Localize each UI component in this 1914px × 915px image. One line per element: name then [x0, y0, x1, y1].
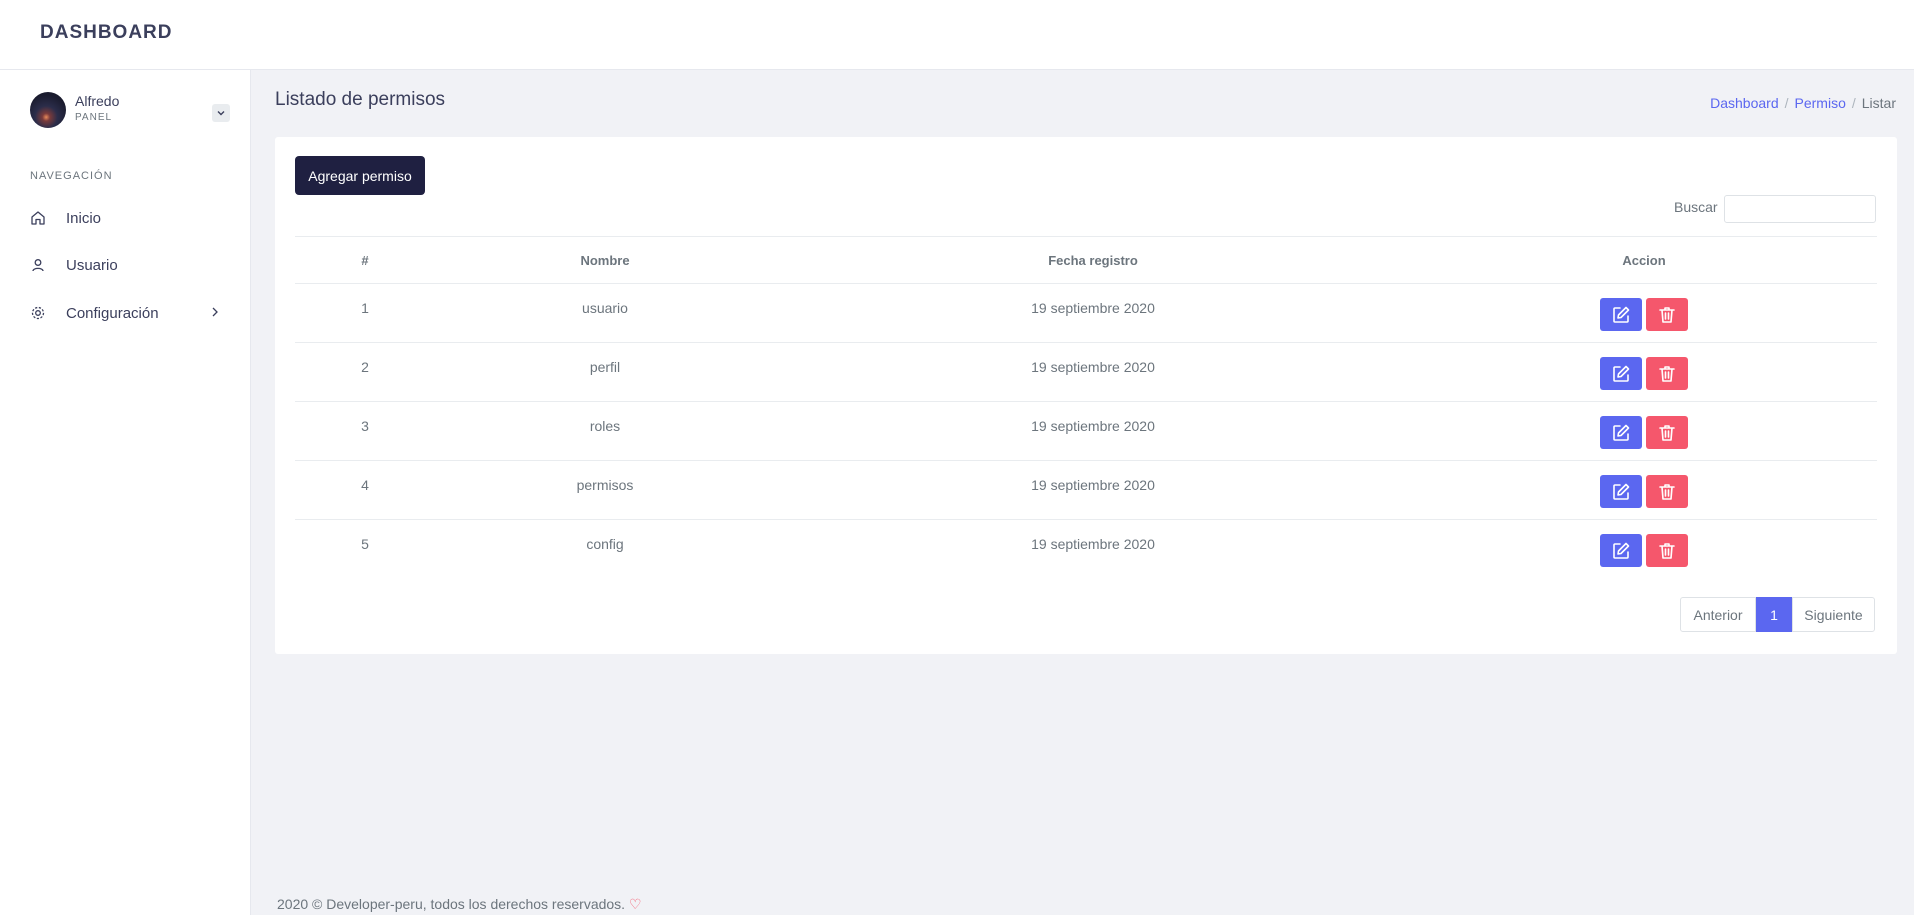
permissions-card: Agregar permiso Buscar # Nombre Fecha re…: [275, 137, 1897, 654]
table-row: 3 roles 19 septiembre 2020: [295, 401, 1877, 461]
edit-button[interactable]: [1600, 357, 1642, 390]
search-label: Buscar: [1674, 199, 1718, 215]
edit-icon: [1613, 483, 1630, 500]
breadcrumb: Dashboard / Permiso / Listar: [1710, 95, 1896, 111]
table-row: 4 permisos 19 septiembre 2020: [295, 460, 1877, 520]
trash-icon: [1659, 483, 1675, 500]
heart-icon: ♡: [628, 896, 642, 912]
pagination-previous[interactable]: Anterior: [1680, 597, 1756, 632]
row-actions: [1411, 283, 1877, 343]
table-row: 1 usuario 19 septiembre 2020: [295, 283, 1877, 343]
sidebar: Alfredo PANEL NAVEGACIÓN Inicio Usuario …: [0, 70, 251, 915]
pagination: Anterior 1 Siguiente: [1680, 597, 1875, 632]
row-date: 19 septiembre 2020: [775, 342, 1411, 402]
row-date: 19 septiembre 2020: [775, 283, 1411, 343]
trash-icon: [1659, 306, 1675, 323]
row-date: 19 septiembre 2020: [775, 460, 1411, 520]
delete-button[interactable]: [1646, 416, 1688, 449]
trash-icon: [1659, 365, 1675, 382]
chevron-down-icon: [217, 111, 225, 116]
row-actions: [1411, 520, 1877, 579]
home-icon: [30, 210, 58, 226]
breadcrumb-link-permiso[interactable]: Permiso: [1795, 95, 1846, 111]
edit-icon: [1613, 306, 1630, 323]
row-name: perfil: [435, 342, 775, 402]
footer-text: 2020 © Developer-peru, todos los derecho…: [277, 896, 626, 912]
row-date: 19 septiembre 2020: [775, 401, 1411, 461]
permissions-table: # Nombre Fecha registro Accion 1 usuario…: [295, 236, 1877, 579]
delete-button[interactable]: [1646, 357, 1688, 390]
row-actions: [1411, 401, 1877, 461]
sidebar-item-configuracion[interactable]: Configuración: [30, 298, 220, 328]
breadcrumb-separator: /: [1784, 95, 1789, 111]
row-name: config: [586, 536, 624, 552]
column-header-number[interactable]: #: [295, 236, 435, 284]
edit-button[interactable]: [1600, 534, 1642, 567]
row-name: permisos: [435, 460, 775, 520]
column-header-action: Accion: [1411, 236, 1877, 284]
table-row: 2 perfil 19 septiembre 2020: [295, 342, 1877, 402]
edit-icon: [1613, 365, 1630, 382]
sidebar-item-label: Usuario: [66, 256, 118, 274]
row-id: 5: [361, 536, 369, 552]
user-name: Alfredo: [75, 93, 120, 109]
delete-button[interactable]: [1646, 475, 1688, 508]
user-panel: Alfredo PANEL: [30, 92, 230, 132]
edit-icon: [1613, 424, 1630, 441]
edit-button[interactable]: [1600, 475, 1642, 508]
edit-button[interactable]: [1600, 298, 1642, 331]
row-id: 4: [295, 460, 435, 520]
column-header-date[interactable]: Fecha registro: [775, 236, 1411, 284]
gear-icon: [30, 305, 58, 321]
pagination-next[interactable]: Siguiente: [1792, 597, 1875, 632]
footer: 2020 © Developer-peru, todos los derecho…: [277, 896, 642, 913]
sidebar-item-label: Configuración: [66, 304, 159, 322]
column-header-name[interactable]: Nombre: [435, 236, 775, 284]
sidebar-item-inicio[interactable]: Inicio: [30, 203, 220, 233]
row-id: 3: [295, 401, 435, 461]
row-name: roles: [435, 401, 775, 461]
breadcrumb-separator: /: [1851, 95, 1856, 111]
row-actions: [1411, 460, 1877, 520]
table-header-row: # Nombre Fecha registro Accion: [295, 236, 1877, 284]
nav-heading: NAVEGACIÓN: [30, 170, 113, 182]
sidebar-item-label: Inicio: [66, 209, 102, 227]
row-name: usuario: [435, 283, 775, 343]
delete-button[interactable]: [1646, 298, 1688, 331]
breadcrumb-current: Listar: [1861, 95, 1896, 111]
chevron-right-icon: [212, 307, 218, 317]
delete-button[interactable]: [1646, 534, 1688, 567]
user-menu-toggle[interactable]: [212, 104, 230, 122]
table-row: 5 config 19 septiembre 2020: [295, 520, 1877, 579]
row-id: 2: [295, 342, 435, 402]
search-input[interactable]: [1724, 195, 1876, 223]
page-title: Listado de permisos: [275, 89, 446, 110]
user-role: PANEL: [75, 112, 113, 123]
row-actions: [1411, 342, 1877, 402]
row-id: 1: [295, 283, 435, 343]
edit-button[interactable]: [1600, 416, 1642, 449]
breadcrumb-link-dashboard[interactable]: Dashboard: [1710, 95, 1779, 111]
pagination-page-1[interactable]: 1: [1756, 597, 1792, 632]
row-date: 19 septiembre 2020: [1031, 536, 1155, 552]
top-bar: DASHBOARD: [0, 0, 1914, 70]
add-permission-button[interactable]: Agregar permiso: [295, 156, 425, 195]
trash-icon: [1659, 424, 1675, 441]
brand-logo[interactable]: DASHBOARD: [40, 22, 173, 44]
sidebar-item-usuario[interactable]: Usuario: [30, 250, 220, 280]
user-icon: [30, 257, 58, 273]
edit-icon: [1613, 542, 1630, 559]
trash-icon: [1659, 542, 1675, 559]
avatar: [30, 92, 66, 128]
